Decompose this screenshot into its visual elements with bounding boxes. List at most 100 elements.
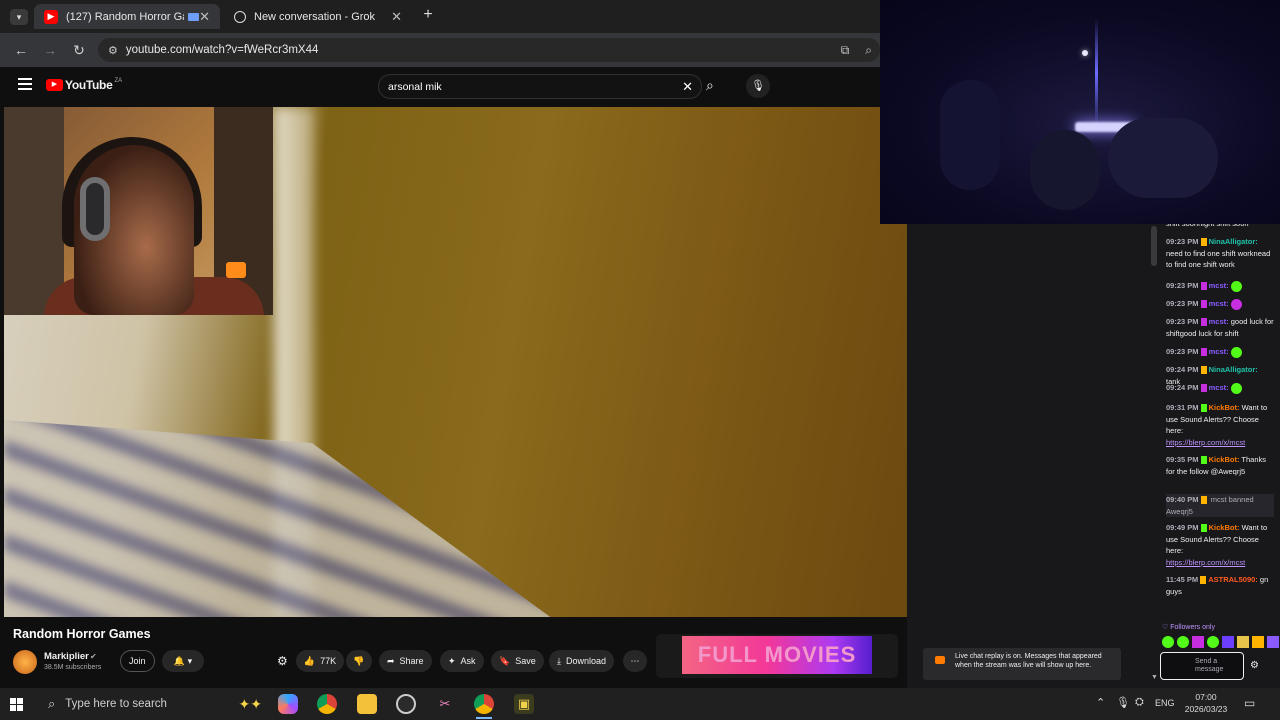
copilot-icon[interactable] (278, 694, 298, 714)
ad-banner[interactable]: FULL MOVIES (682, 636, 872, 674)
live-replay-notice: Live chat replay is on. Messages that ap… (923, 648, 1121, 680)
channel-avatar[interactable] (13, 650, 37, 674)
tab-title: (127) Random Horror Game (66, 10, 184, 23)
taskbar-search-input[interactable]: ⌕ Type here to search ✦✦ (38, 688, 270, 720)
copilot-sparkle-icon: ✦✦ (238, 695, 262, 712)
chat-badge-icon (1200, 404, 1207, 413)
search-icon: ⌕ (48, 696, 56, 711)
chat-timestamp: 09:23 PM (1166, 347, 1199, 356)
download-label: Download (565, 656, 607, 666)
chat-timestamp: 09:23 PM (1166, 281, 1199, 290)
video-player[interactable] (4, 107, 907, 617)
new-tab-button[interactable]: + (420, 6, 436, 26)
save-label: Save (515, 656, 536, 666)
game-app-icon[interactable]: ▣ (514, 694, 534, 714)
file-explorer-icon[interactable] (357, 694, 377, 714)
chat-badge-icon (1200, 238, 1207, 247)
youtube-logo[interactable]: ▶ YouTube ZA (46, 78, 122, 92)
chat-badge-icon (1200, 300, 1207, 309)
chat-settings-icon[interactable]: ⚙ (1250, 660, 1259, 671)
tab-title: New conversation - Grok (254, 10, 376, 23)
sponsored-ad[interactable]: FULL MOVIES (656, 634, 898, 678)
chat-username[interactable]: mcst: (1209, 281, 1229, 290)
notification-icon[interactable]: ▭ (1244, 696, 1255, 710)
grok-icon (234, 10, 246, 23)
network-icon[interactable]: ⛭ (1135, 696, 1144, 709)
start-icon[interactable] (10, 698, 23, 711)
chat-username[interactable]: NinaAlligator: (1209, 365, 1258, 374)
chat-username[interactable]: mcst: (1209, 347, 1229, 356)
country-code: ZA (114, 77, 123, 84)
chat-timestamp: 11:45 PM (1166, 575, 1199, 584)
search-icon[interactable]: ⌕ (706, 77, 714, 94)
clock[interactable]: 07:00 2026/03/23 (1180, 691, 1232, 715)
search-placeholder: Type here to search (65, 698, 167, 710)
chat-username[interactable]: NinaAlligator: (1209, 237, 1258, 246)
chat-username[interactable]: mcst: (1209, 299, 1229, 308)
show-hidden-icons[interactable]: ⌃ (1096, 696, 1105, 709)
like-button[interactable]: 👍 77K (296, 650, 344, 672)
close-tab-icon[interactable]: ✕ (199, 9, 210, 25)
join-button[interactable]: Join (120, 650, 155, 672)
chat-timestamp: 09:31 PM (1166, 403, 1199, 412)
sparkle-icon: ✦ (448, 655, 456, 666)
share-button[interactable]: ➦ Share (379, 650, 432, 672)
tab-grok[interactable]: New conversation - Grok ✕ (224, 4, 412, 29)
chat-badge-icon (1200, 456, 1207, 465)
tab-youtube[interactable]: ▶ (127) Random Horror Game ✕ (34, 4, 220, 29)
like-icon: 👍 (303, 655, 316, 666)
cast-icon[interactable]: ⧉ (841, 43, 850, 58)
chat-link[interactable]: https://blerp.com/x/mcst (1166, 438, 1245, 447)
verified-icon: ✔ (90, 652, 97, 661)
chat-username[interactable]: mcst: (1209, 317, 1229, 326)
more-actions-icon[interactable]: ⋯ (623, 650, 647, 672)
channel-name[interactable]: Markiplier (44, 651, 89, 662)
chat-timestamp: 09:24 PM (1166, 365, 1199, 374)
extension-icon[interactable]: ⚙ (277, 654, 288, 668)
download-button[interactable]: ⤓ Download (549, 650, 615, 672)
address-bar[interactable]: ⚙ youtube.com/watch?v=fWeRcr3mX44 ⧉ ⌕ (98, 38, 880, 62)
chat-log[interactable]: shift soonnight shift soon 09:23 PM NinaA… (1160, 224, 1280, 624)
send-message-placeholder: Send a message (1195, 658, 1224, 673)
chat-username[interactable]: mcst: (1209, 383, 1229, 392)
language-indicator[interactable]: ENG (1155, 698, 1175, 708)
clear-search-icon[interactable]: ✕ (682, 79, 693, 95)
back-icon[interactable]: ← (12, 41, 30, 59)
dislike-button[interactable]: 👎 (346, 650, 372, 672)
snipping-tool-icon[interactable]: ✂ (435, 694, 455, 714)
chat-username[interactable]: KickBot: (1209, 523, 1240, 532)
chat-timestamp: 09:35 PM (1166, 455, 1199, 464)
chat-badge-icon (1200, 282, 1207, 291)
microphone-icon[interactable]: 🎙 (1116, 696, 1130, 709)
chat-username[interactable]: KickBot: (1209, 403, 1240, 412)
chat-scrollbar[interactable] (1151, 226, 1157, 266)
chat-emote-icon (1230, 382, 1242, 394)
reload-icon[interactable]: ↻ (70, 41, 88, 59)
chat-link[interactable]: https://blerp.com/x/mcst (1166, 558, 1245, 567)
chat-username[interactable]: ASTRAL5090: (1208, 575, 1258, 584)
chrome-active-icon[interactable] (474, 694, 494, 714)
notification-bell-button[interactable]: 🔔 ▾ (162, 650, 204, 672)
chat-message-input[interactable]: Send a message (1160, 652, 1244, 680)
voice-search-icon[interactable]: 🎙 (746, 74, 770, 98)
chrome-icon[interactable] (317, 694, 337, 714)
followers-only-label: ♡ Followers only (1162, 624, 1215, 631)
search-input[interactable]: arsonal mik ✕ (378, 74, 702, 99)
zoom-icon[interactable]: ⌕ (865, 43, 872, 58)
chat-scroll-down-icon[interactable]: ▼ (1151, 674, 1158, 681)
obs-icon[interactable] (396, 694, 416, 714)
chat-username[interactable]: KickBot: (1209, 455, 1240, 464)
ask-button[interactable]: ✦ Ask (440, 650, 484, 672)
clock-time: 07:00 (1195, 692, 1217, 702)
windows-taskbar: ⌕ Type here to search ✦✦ ✂ ▣ ⌃ 🎙 ⛭ ENG 0… (0, 688, 1280, 720)
chat-badge-icon (1200, 384, 1207, 393)
save-button[interactable]: 🔖 Save (491, 650, 544, 672)
tab-list-dropdown-icon[interactable]: ▾ (10, 9, 28, 25)
chat-message: 09:40 PM mcst banned Aweqrj5 (1166, 494, 1274, 517)
menu-icon[interactable] (18, 78, 32, 90)
forward-icon[interactable]: → (41, 41, 59, 59)
site-info-icon[interactable]: ⚙ (108, 44, 118, 57)
close-tab-icon[interactable]: ✕ (391, 9, 402, 25)
video-title: Random Horror Games (13, 627, 151, 641)
share-icon: ➦ (387, 655, 395, 666)
